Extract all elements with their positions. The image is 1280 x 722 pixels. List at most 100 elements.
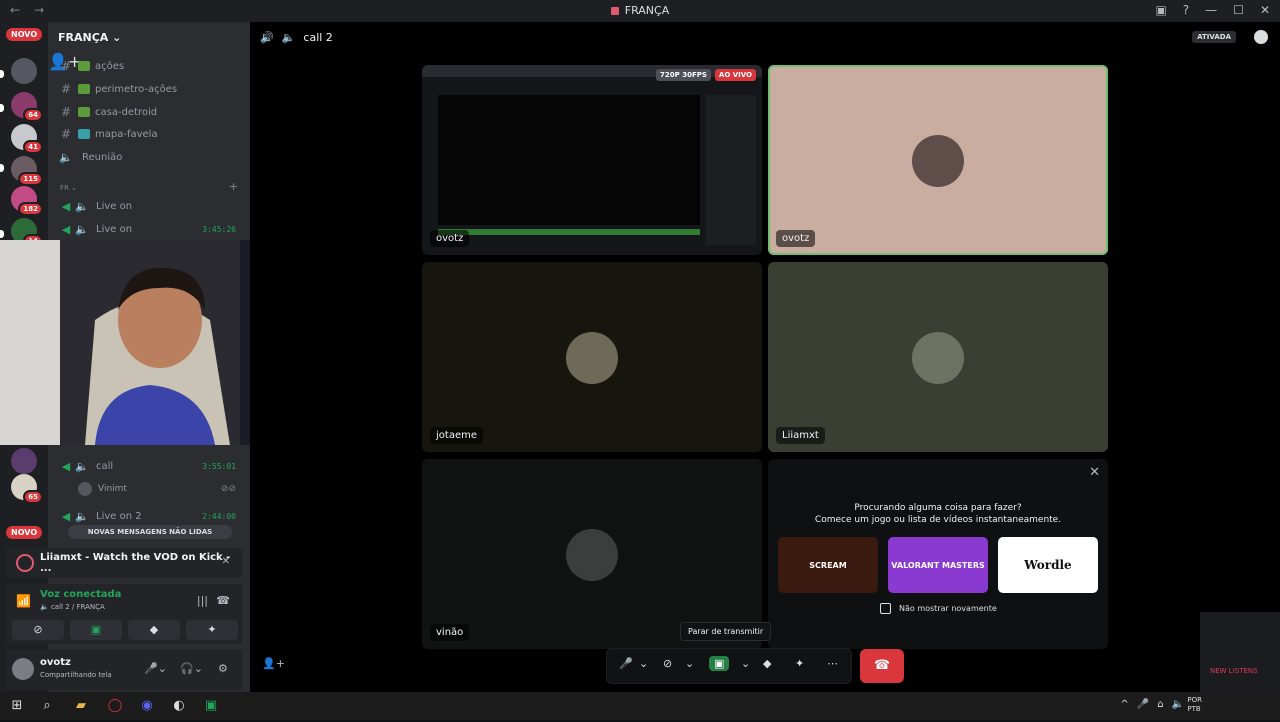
- unread-pip: [0, 70, 4, 78]
- channel-text[interactable]: # ações: [58, 56, 244, 76]
- server-icon[interactable]: 65: [11, 474, 43, 504]
- camera-off-button[interactable]: ⊘: [12, 620, 64, 640]
- activity-close-icon[interactable]: ✕: [222, 556, 230, 567]
- chevron-up-icon[interactable]: ^: [1120, 699, 1128, 710]
- chevron-down-icon[interactable]: ⌄: [741, 657, 750, 670]
- help-icon[interactable]: ?: [1183, 3, 1189, 17]
- taskbar: ⊞ ⌕ ▰ ◯ ◉ ◐ ▣ ^ 🎤 ⌂ 🔈 POR PTB: [0, 692, 1280, 720]
- disconnect-icon[interactable]: ☎: [216, 594, 230, 607]
- avatar: [912, 332, 964, 384]
- signal-icon[interactable]: 📶: [16, 594, 31, 608]
- participant-tile[interactable]: ovotz: [768, 65, 1108, 255]
- minimize-icon[interactable]: —: [1205, 3, 1217, 17]
- activity-status[interactable]: Liiamxt - Watch the VOD on Kick - ... ✕: [6, 548, 242, 578]
- chevron-down-icon: ⌄: [112, 30, 122, 44]
- opera-icon[interactable]: ◯: [106, 697, 124, 715]
- channel-text[interactable]: # perimetro-ações: [58, 79, 244, 99]
- soundboard-icon[interactable]: ✦: [795, 657, 804, 670]
- server-icon[interactable]: 64: [11, 92, 43, 122]
- add-member-icon[interactable]: 👤+: [262, 657, 285, 670]
- guild-header[interactable]: FRANÇA ⌄: [48, 22, 250, 52]
- chevron-down-icon[interactable]: ⌄: [639, 657, 648, 670]
- activities-icon[interactable]: ◆: [763, 657, 771, 670]
- search-icon[interactable]: ⌕: [38, 697, 56, 715]
- activity-card-scream[interactable]: SCREAM: [778, 537, 878, 593]
- chevron-down-icon[interactable]: ⌄: [685, 657, 694, 670]
- channel-voice[interactable]: ◀ 🔈 Live on: [58, 196, 244, 216]
- folder-icon[interactable]: ▰: [72, 697, 90, 715]
- participant-tile[interactable]: Liiamxt: [768, 262, 1108, 452]
- voice-channel-icon: 🔊: [260, 30, 274, 44]
- maximize-icon[interactable]: ☐: [1233, 3, 1244, 17]
- hash-icon: #: [60, 59, 72, 73]
- avatar: [78, 482, 92, 496]
- soundboard-button[interactable]: ✦: [186, 620, 238, 640]
- screen-share-preview: [422, 65, 762, 255]
- flag-icon: [610, 7, 619, 15]
- microphone-icon[interactable]: 🎤: [619, 657, 633, 670]
- avatar[interactable]: [12, 658, 34, 680]
- unread-banner[interactable]: NOVAS MENSAGENS NÃO LIDAS: [68, 525, 232, 539]
- voice-member[interactable]: Vinimt ⊘⊘: [78, 479, 244, 499]
- microphone-icon[interactable]: 🎤: [1137, 699, 1149, 710]
- server-icon[interactable]: 41: [11, 124, 43, 154]
- stop-share-button[interactable]: ▣: [709, 656, 730, 671]
- inbox-icon[interactable]: ▣: [1155, 3, 1166, 17]
- server-icon[interactable]: 115: [11, 156, 43, 186]
- avatar: [566, 332, 618, 384]
- channel-voice[interactable]: 🔈 Reunião: [58, 147, 244, 167]
- noise-suppression-icon[interactable]: |||: [197, 594, 208, 607]
- channel-emoji-icon: [78, 61, 90, 71]
- hash-icon: #: [60, 105, 72, 119]
- gear-icon[interactable]: ⚙: [218, 662, 228, 675]
- live-icon: ◀: [61, 199, 71, 213]
- discord-icon[interactable]: ◉: [138, 697, 156, 715]
- activities-panel: ✕ Procurando alguma coisa para fazer? Co…: [768, 459, 1108, 649]
- checkbox[interactable]: [880, 603, 891, 614]
- headphones-icon[interactable]: 🎧⌄: [180, 662, 203, 675]
- chat-icon[interactable]: [1254, 30, 1268, 44]
- participant-tile[interactable]: jotaeme: [422, 262, 762, 452]
- xbox-icon[interactable]: ▣: [202, 697, 220, 715]
- channel-voice[interactable]: ◀ 🔈 call 3:55:01: [58, 456, 244, 476]
- activities-button[interactable]: ◆: [128, 620, 180, 640]
- add-channel-icon[interactable]: +: [229, 180, 238, 193]
- server-icon[interactable]: [11, 448, 37, 474]
- ativada-badge[interactable]: ATIVADA: [1192, 31, 1236, 43]
- dont-show-again-checkbox[interactable]: Não mostrar novamente: [880, 603, 997, 614]
- tile-name: ovotz: [430, 230, 470, 247]
- volume-icon[interactable]: 🔈: [1172, 699, 1184, 710]
- title-bar: ← → FRANÇA ▣ ? — ☐ ✕: [0, 0, 1280, 22]
- category-fr[interactable]: FR ⌄: [60, 184, 77, 192]
- channel-voice[interactable]: ◀ 🔈 Live on 3:45:26: [58, 219, 244, 239]
- stage-header: 🔊 🔈 call 2: [260, 30, 333, 44]
- microphone-icon[interactable]: 🎤⌄: [144, 662, 167, 675]
- channel-voice[interactable]: ◀ 🔈 Live on 2 2:44:00: [58, 506, 244, 526]
- camera-off-icon[interactable]: ⊘: [663, 657, 672, 670]
- activity-card-wordle[interactable]: Wordle: [998, 537, 1098, 593]
- live-badge: AO VIVO: [714, 69, 756, 81]
- screen-share-tile[interactable]: 720P 30FPS AO VIVO ovotz: [422, 65, 762, 255]
- windows-start-icon[interactable]: ⊞: [8, 697, 26, 715]
- channel-text[interactable]: # mapa-favela: [58, 124, 244, 144]
- server-icon[interactable]: [11, 58, 37, 84]
- novo-badge: NOVO: [6, 526, 43, 539]
- steam-icon[interactable]: ◐: [170, 697, 188, 715]
- avatar: [912, 135, 964, 187]
- close-icon[interactable]: ✕: [1089, 465, 1100, 480]
- channel-text[interactable]: # casa-detroid: [58, 102, 244, 122]
- live-icon: ◀: [61, 459, 71, 473]
- speaker-icon: 🔈: [75, 459, 89, 473]
- share-screen-button[interactable]: ▣: [70, 620, 122, 640]
- unread-pip: [0, 230, 4, 238]
- network-icon[interactable]: ⌂: [1157, 699, 1163, 710]
- speaker-icon: 🔈: [75, 199, 89, 213]
- end-call-button[interactable]: ☎: [860, 649, 904, 683]
- more-icon[interactable]: ⋯: [827, 657, 838, 670]
- close-icon[interactable]: ✕: [1260, 3, 1270, 17]
- language-indicator[interactable]: POR PTB: [1187, 696, 1202, 714]
- system-tray: ^ 🎤 ⌂ 🔈: [1120, 699, 1184, 710]
- participant-tile[interactable]: vinão: [422, 459, 762, 649]
- server-icon[interactable]: 182: [11, 186, 43, 216]
- activity-card-valorant[interactable]: VALORANT MASTERS: [888, 537, 988, 593]
